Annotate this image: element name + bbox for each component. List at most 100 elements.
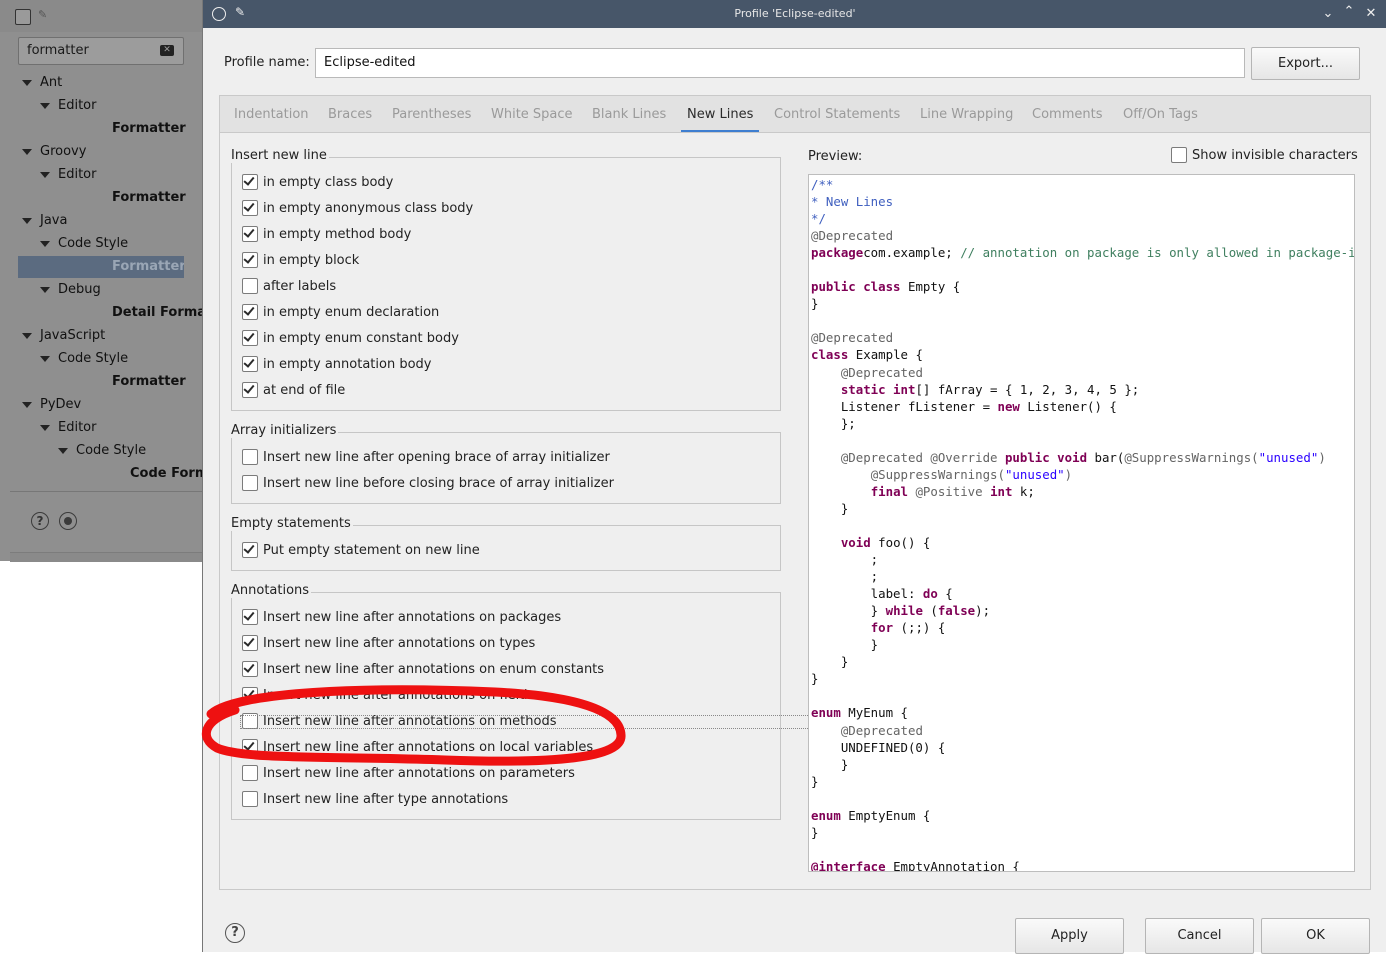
chevron-down-icon[interactable] [40, 171, 50, 178]
option-checkbox[interactable]: Insert new line before closing brace of … [242, 474, 614, 494]
option-checkbox[interactable]: Insert new line after annotations on fie… [242, 686, 534, 706]
checkbox-box[interactable] [242, 174, 258, 190]
chevron-down-icon[interactable] [40, 355, 50, 362]
close-icon[interactable]: ✕ [1363, 5, 1379, 23]
chevron-down-icon[interactable] [22, 401, 32, 408]
tree-item[interactable]: Code Formatter [130, 463, 206, 485]
tab-comments[interactable]: Comments [1032, 96, 1102, 133]
checkbox-box[interactable] [242, 200, 258, 216]
show-invisible-label: Show invisible characters [1192, 148, 1358, 163]
option-checkbox[interactable]: in empty class body [242, 173, 393, 193]
clear-filter-icon[interactable]: ✕ [160, 45, 174, 56]
checkbox-box[interactable] [242, 356, 258, 372]
tab-parentheses[interactable]: Parentheses [392, 96, 471, 133]
chevron-down-icon[interactable]: ⌄ [1320, 5, 1336, 23]
option-checkbox[interactable]: Insert new line after annotations on enu… [242, 660, 604, 680]
tree-item[interactable]: Editor [40, 164, 206, 186]
checkbox-box[interactable] [242, 765, 258, 781]
chevron-down-icon[interactable] [40, 424, 50, 431]
chevron-down-icon[interactable] [58, 447, 68, 454]
export-button[interactable]: Export... [1251, 47, 1360, 80]
tab-new-lines[interactable]: New Lines [680, 96, 760, 133]
chevron-down-icon[interactable] [40, 286, 50, 293]
code-line: for (;;) { [811, 620, 946, 635]
cancel-button[interactable]: Cancel [1145, 918, 1254, 954]
option-checkbox[interactable]: in empty enum declaration [242, 303, 439, 323]
checkbox-box[interactable] [242, 687, 258, 703]
chevron-down-icon[interactable] [22, 217, 32, 224]
code-line: final @Positive int k; [811, 484, 1035, 499]
checkbox-box[interactable] [242, 739, 258, 755]
tree-item-label: Debug [58, 282, 101, 297]
tree-item[interactable]: Formatter [112, 118, 206, 140]
preview-pane[interactable]: /** * New Lines */ @Deprecated packageco… [808, 174, 1355, 872]
option-checkbox[interactable]: Insert new line after annotations on pac… [242, 608, 561, 628]
checkbox-box[interactable] [242, 278, 258, 294]
tab-line-wrapping[interactable]: Line Wrapping [920, 96, 1013, 133]
tree-item[interactable]: Code Style [40, 348, 206, 370]
option-checkbox[interactable]: in empty annotation body [242, 355, 431, 375]
help-icon[interactable]: ? [31, 512, 49, 530]
tree-item[interactable]: Formatter [112, 187, 206, 209]
tree-item[interactable]: JavaScript [22, 325, 206, 347]
code-token: ( [922, 603, 938, 619]
option-checkbox[interactable]: Put empty statement on new line [242, 541, 480, 561]
ok-button[interactable]: OK [1261, 918, 1370, 954]
tab-indentation[interactable]: Indentation [234, 96, 309, 133]
tree-item[interactable]: Code Style [58, 440, 206, 462]
tree-item[interactable]: Ant [22, 72, 206, 94]
option-checkbox[interactable]: Insert new line after annotations on typ… [242, 634, 535, 654]
tab-white-space[interactable]: White Space [491, 96, 573, 133]
checkbox-box[interactable] [242, 475, 258, 491]
checkbox-box[interactable] [242, 304, 258, 320]
pin-icon[interactable]: ✎ [38, 8, 47, 21]
option-checkbox[interactable]: Insert new line after annotations on par… [242, 764, 575, 784]
checkbox-box[interactable] [242, 449, 258, 465]
tree-item[interactable]: Detail Formatters [112, 302, 206, 324]
option-checkbox[interactable]: in empty enum constant body [242, 329, 459, 349]
import-export-icon[interactable] [59, 512, 77, 530]
option-checkbox[interactable]: in empty anonymous class body [242, 199, 473, 219]
help-icon[interactable]: ? [225, 923, 245, 943]
tree-item[interactable]: Formatter [112, 371, 206, 393]
checkbox-box[interactable] [242, 791, 258, 807]
checkbox-box[interactable] [242, 330, 258, 346]
tree-item[interactable]: Editor [40, 417, 206, 439]
apply-button[interactable]: Apply [1015, 918, 1124, 954]
chevron-up-icon[interactable]: ⌃ [1341, 3, 1357, 21]
chevron-down-icon[interactable] [40, 240, 50, 247]
option-checkbox[interactable]: in empty method body [242, 225, 411, 245]
tab-blank-lines[interactable]: Blank Lines [592, 96, 666, 133]
tree-item[interactable]: Groovy [22, 141, 206, 163]
checkbox-box[interactable] [242, 382, 258, 398]
show-invisible-checkbox[interactable]: Show invisible characters [1171, 146, 1358, 167]
tab-control-statements[interactable]: Control Statements [774, 96, 900, 133]
option-checkbox[interactable]: at end of file [242, 381, 345, 401]
chevron-down-icon[interactable] [22, 79, 32, 86]
tree-item[interactable]: Editor [40, 95, 206, 117]
checkbox-box[interactable] [242, 635, 258, 651]
tree-item[interactable]: Java [22, 210, 206, 232]
code-token: label: [811, 586, 923, 602]
chevron-down-icon[interactable] [22, 332, 32, 339]
checkbox-box[interactable] [242, 609, 258, 625]
option-checkbox[interactable]: Insert new line after annotations on loc… [242, 738, 593, 758]
option-checkbox[interactable]: after labels [242, 277, 336, 297]
checkbox-box[interactable] [242, 252, 258, 268]
tree-item[interactable]: Code Style [40, 233, 206, 255]
profile-name-input[interactable]: Eclipse-edited [315, 48, 1245, 78]
tree-item[interactable]: PyDev [22, 394, 206, 416]
option-checkbox[interactable]: in empty block [242, 251, 359, 271]
option-checkbox[interactable]: Insert new line after type annotations [242, 790, 508, 810]
tree-item[interactable]: Debug [40, 279, 206, 301]
checkbox-box[interactable] [242, 661, 258, 677]
checkbox-box[interactable] [1171, 147, 1187, 163]
tab-braces[interactable]: Braces [328, 96, 372, 133]
checkbox-box[interactable] [242, 226, 258, 242]
chevron-down-icon[interactable] [22, 148, 32, 155]
tree-item[interactable]: Formatter [18, 256, 184, 278]
checkbox-box[interactable] [242, 542, 258, 558]
option-checkbox[interactable]: Insert new line after opening brace of a… [242, 448, 610, 468]
tab-off-on-tags[interactable]: Off/On Tags [1123, 96, 1198, 133]
chevron-down-icon[interactable] [40, 102, 50, 109]
